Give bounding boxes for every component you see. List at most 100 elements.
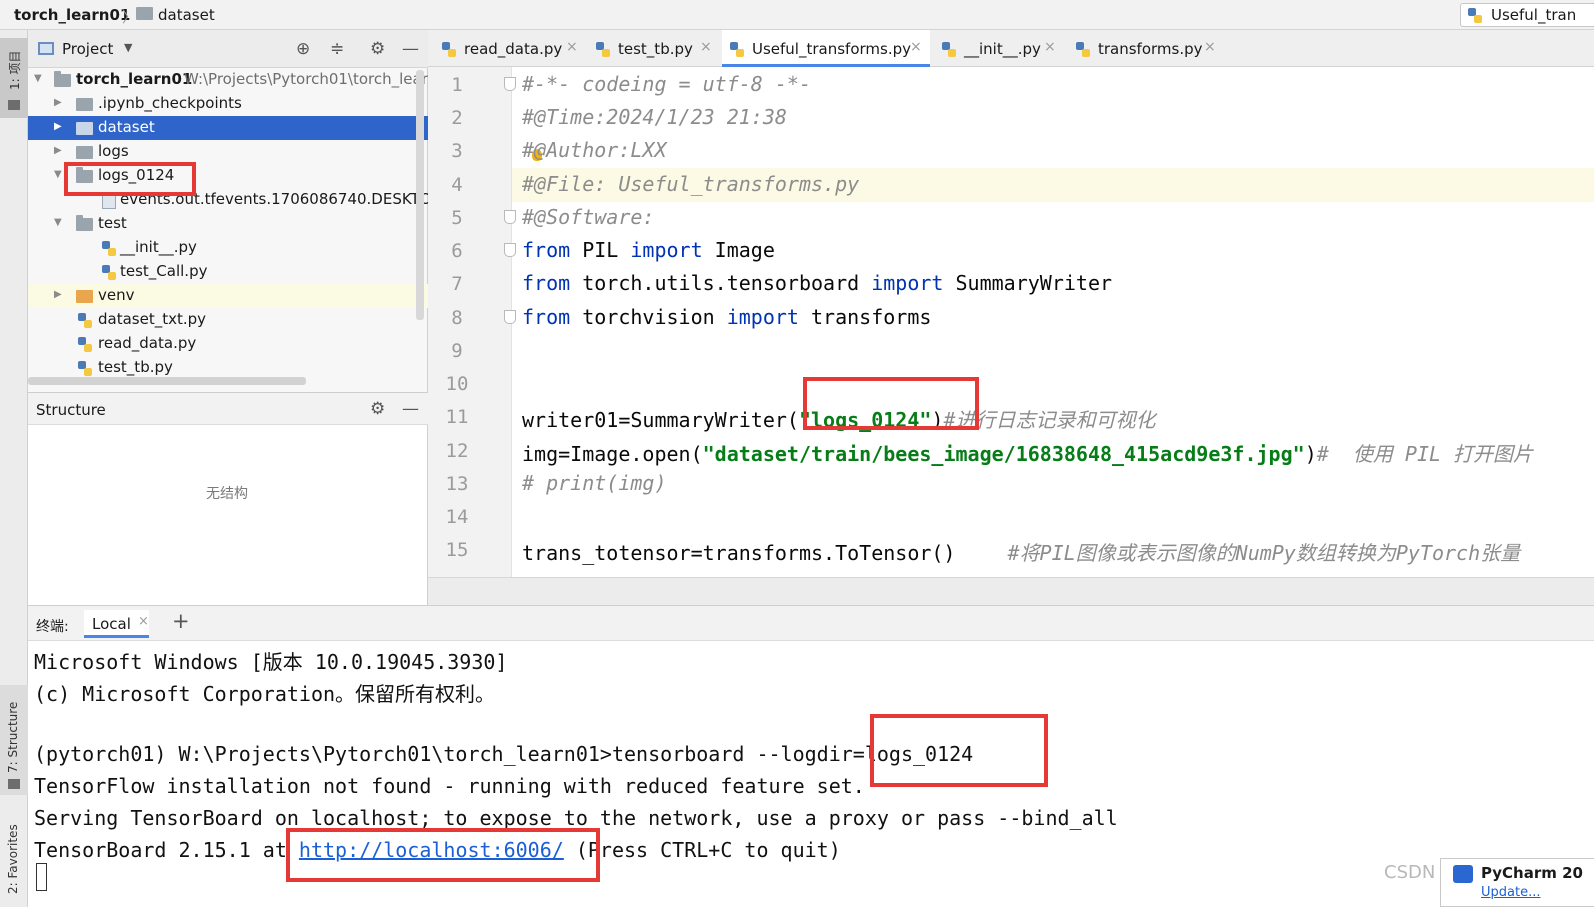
module-name: PIL	[570, 238, 631, 262]
folder-icon	[54, 71, 71, 87]
annotation-box-logdir-arg	[870, 714, 1048, 787]
terminal-cursor	[36, 863, 47, 891]
locate-icon[interactable]: ⊕	[296, 39, 310, 59]
fold-marker-icon[interactable]	[504, 77, 516, 91]
structure-tool-tab[interactable]: 7: Structure	[0, 685, 28, 795]
tree-item-test[interactable]: ▼ test	[28, 212, 428, 236]
gear-icon[interactable]: ⚙	[370, 399, 385, 419]
chevron-down-icon[interactable]: ▼	[124, 41, 132, 54]
module-name: torchvision	[570, 305, 727, 329]
update-link[interactable]: Update...	[1481, 885, 1540, 900]
chevron-down-icon[interactable]: ▼	[54, 217, 62, 228]
project-panel-title[interactable]: Project	[62, 40, 113, 58]
chevron-right-icon[interactable]: ▶	[54, 97, 62, 108]
terminal-text: TensorBoard 2.15.1 at	[34, 838, 299, 862]
import-name: SummaryWriter	[943, 271, 1113, 295]
tab-init-py[interactable]: __init__.py ×	[934, 30, 1062, 67]
python-file-icon	[102, 265, 116, 280]
fold-marker-icon[interactable]	[504, 210, 516, 224]
line-number: 3	[451, 140, 463, 162]
tab-transforms-py[interactable]: transforms.py ×	[1068, 30, 1218, 67]
code-line-1: #-*- codeing = utf-8 -*-	[522, 72, 811, 96]
line-number: 8	[451, 307, 463, 329]
new-terminal-button[interactable]: +	[172, 609, 190, 633]
chevron-right-icon[interactable]: ▶	[54, 145, 62, 156]
empty-structure-text: 无结构	[206, 486, 248, 502]
tab-useful-transforms-py[interactable]: Useful_transforms.py ×	[722, 30, 930, 67]
run-configuration-dropdown[interactable]: Useful_tran	[1460, 3, 1594, 27]
line-number: 6	[451, 240, 463, 262]
folder-icon	[76, 215, 93, 231]
close-icon[interactable]: ×	[138, 614, 149, 629]
tree-item-venv[interactable]: ▶ venv	[28, 284, 428, 308]
close-icon[interactable]: ×	[566, 39, 578, 55]
code-editor[interactable]: 1 2 3 4 5 6 7 8 9 10 11 12 13 14 15 #-*-…	[428, 67, 1594, 577]
breadcrumb-folder[interactable]: dataset	[158, 6, 215, 24]
collapse-all-icon[interactable]: ≑	[330, 39, 344, 59]
project-tool-tab[interactable]: 1: 项目	[0, 38, 28, 118]
tree-item-read-data-py[interactable]: read_data.py	[28, 332, 428, 356]
python-file-icon	[78, 337, 92, 352]
close-icon[interactable]: ×	[1044, 39, 1056, 55]
update-notification[interactable]: PyCharm 20 Update...	[1440, 858, 1594, 907]
tree-item-ipynb-checkpoints[interactable]: ▶ .ipynb_checkpoints	[28, 92, 428, 116]
breadcrumb-separator: 〉	[122, 8, 138, 26]
python-file-icon	[730, 42, 744, 57]
fold-marker-icon[interactable]	[504, 243, 516, 257]
pycharm-icon	[1453, 865, 1473, 883]
horizontal-scrollbar[interactable]	[28, 377, 306, 385]
import-name: Image	[702, 238, 775, 262]
tree-item-dataset-txt-py[interactable]: dataset_txt.py	[28, 308, 428, 332]
update-title: PyCharm 20	[1481, 864, 1583, 882]
chevron-right-icon[interactable]: ▶	[54, 289, 62, 300]
minimize-icon[interactable]: —	[402, 39, 419, 59]
close-icon[interactable]: ×	[1204, 39, 1216, 55]
chevron-down-icon[interactable]: ▼	[54, 169, 62, 180]
keyword: from	[522, 271, 571, 295]
line-number: 12	[445, 440, 469, 462]
fold-marker-icon[interactable]	[504, 310, 516, 324]
project-tool-tab-label: 1: 项目	[8, 50, 22, 91]
minimize-icon[interactable]: —	[402, 399, 419, 419]
tree-item-logs[interactable]: ▶ logs	[28, 140, 428, 164]
keyword: import	[726, 305, 799, 329]
line-number: 9	[451, 340, 463, 362]
tab-test-tb-py[interactable]: test_tb.py ×	[588, 30, 718, 67]
code-text: writer01=SummaryWriter(	[522, 408, 799, 432]
gear-icon[interactable]: ⚙	[370, 39, 385, 59]
chevron-down-icon[interactable]: ▼	[34, 73, 42, 84]
line-number: 10	[445, 373, 469, 395]
tree-item-label: venv	[98, 286, 135, 304]
tree-item-init-py[interactable]: __init__.py	[28, 236, 428, 260]
code-line-12: img=Image.open("dataset/train/bees_image…	[522, 438, 1533, 467]
python-file-icon	[942, 42, 956, 57]
chevron-right-icon[interactable]: ▶	[54, 121, 62, 132]
tab-label: read_data.py	[464, 40, 563, 58]
editor-horizontal-scrollbar[interactable]	[428, 577, 1594, 605]
code-line-5: #@Software:	[522, 205, 655, 229]
terminal-output[interactable]: Microsoft Windows [版本 10.0.19045.3930] (…	[28, 641, 1594, 907]
python-file-icon	[78, 361, 92, 376]
tree-item-root[interactable]: ▼ torch_learn01 W:\Projects\Pytorch01\to…	[28, 68, 437, 92]
terminal-line: TensorFlow installation not found - runn…	[34, 774, 865, 798]
tree-item-test-call-py[interactable]: test_Call.py	[28, 260, 428, 284]
terminal-line: Serving TensorBoard on localhost; to exp…	[34, 806, 1118, 830]
close-icon[interactable]: ×	[700, 39, 712, 55]
tree-item-dataset[interactable]: ▶ dataset	[28, 116, 428, 140]
close-icon[interactable]: ×	[910, 39, 922, 55]
annotation-box-url	[286, 828, 600, 882]
line-number: 4	[451, 174, 463, 196]
terminal-line: (pytorch01) W:\Projects\Pytorch01\torch_…	[34, 742, 974, 766]
vertical-scrollbar[interactable]	[416, 70, 424, 320]
tab-read-data-py[interactable]: read_data.py ×	[436, 30, 584, 67]
favorites-tool-tab[interactable]: 2: Favorites	[0, 810, 28, 900]
keyword: from	[522, 238, 571, 262]
keyword: from	[522, 305, 571, 329]
keyword: import	[630, 238, 703, 262]
editor-tab-bar: read_data.py × test_tb.py × Useful_trans…	[428, 30, 1594, 67]
terminal-line: Microsoft Windows [版本 10.0.19045.3930]	[34, 650, 508, 674]
tree-item-label: test	[98, 214, 127, 232]
code-line-8: from torchvision import transforms	[522, 305, 931, 329]
code-line-2: #@Time:2024/1/23 21:38	[522, 105, 787, 129]
breadcrumb-project[interactable]: torch_learn01	[14, 6, 130, 24]
